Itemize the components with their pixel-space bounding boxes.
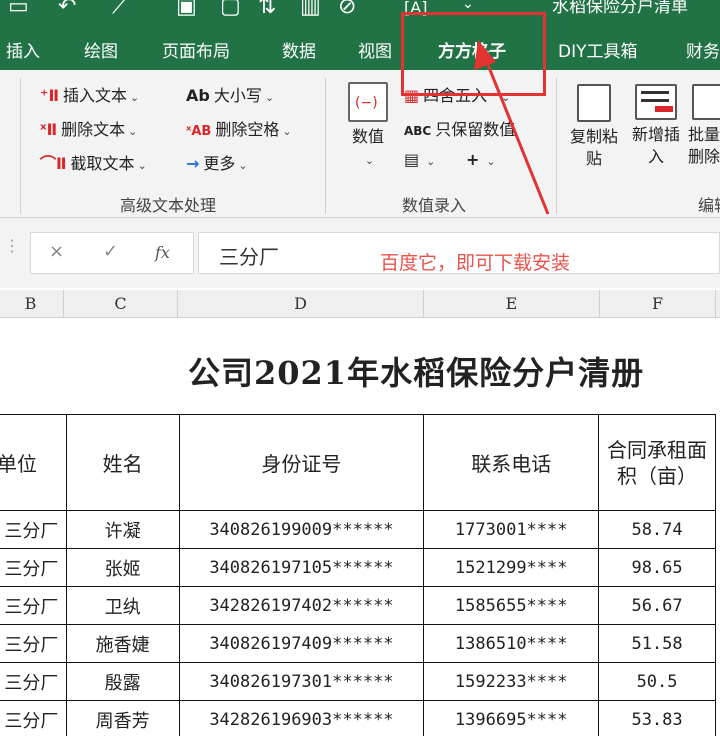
table-cell[interactable]: 58.74 bbox=[598, 510, 716, 549]
table-row: 三分厂 许凝 340826199009****** 1773001**** 58… bbox=[0, 510, 716, 549]
header-cell[interactable]: 联系电话 bbox=[423, 414, 600, 511]
table-cell[interactable]: 三分厂 bbox=[0, 662, 67, 701]
table-cell[interactable]: 三分厂 bbox=[0, 624, 67, 663]
annotation-text: 百度它，即可下载安装 bbox=[380, 252, 571, 274]
table-cell[interactable]: 1773001**** bbox=[423, 510, 600, 549]
table-cell[interactable]: 1396695**** bbox=[423, 700, 600, 736]
table-cell[interactable]: 342826196903****** bbox=[178, 700, 425, 736]
table-cell[interactable]: 50.5 bbox=[598, 662, 716, 701]
table-cell[interactable]: 340826197409****** bbox=[178, 624, 425, 663]
header-cell[interactable]: 姓名 bbox=[65, 414, 180, 511]
table-cell[interactable]: 三分厂 bbox=[0, 700, 67, 736]
table-cell[interactable]: 1386510**** bbox=[423, 624, 600, 663]
annotation-arrow bbox=[474, 40, 550, 215]
table-cell[interactable]: 殷露 bbox=[65, 662, 180, 701]
table-cell[interactable]: 三分厂 bbox=[0, 510, 67, 549]
table-row: 三分厂 卫纨 342826197402****** 1585655**** 56… bbox=[0, 586, 716, 625]
table-cell[interactable]: 98.65 bbox=[598, 548, 716, 587]
table-row: 三分厂 周香芳 342826196903****** 1396695**** 5… bbox=[0, 700, 716, 736]
table-cell[interactable]: 卫纨 bbox=[65, 586, 180, 625]
header-cell[interactable]: 单位 bbox=[0, 414, 67, 511]
table-cell[interactable]: 340826197301****** bbox=[178, 662, 425, 701]
table-cell[interactable]: 1585655**** bbox=[423, 586, 600, 625]
table-cell[interactable]: 340826199009****** bbox=[178, 510, 425, 549]
table-cell[interactable]: 1521299**** bbox=[423, 548, 600, 587]
table-cell[interactable]: 53.83 bbox=[598, 700, 716, 736]
table-cell[interactable]: 340826197105****** bbox=[178, 548, 425, 587]
table-row: 三分厂 张姬 340826197105****** 1521299**** 98… bbox=[0, 548, 716, 587]
table-row: 三分厂 施香婕 340826197409****** 1386510**** 5… bbox=[0, 624, 716, 663]
sheet-title: 公司2021年水稻保险分户清册 bbox=[188, 354, 645, 392]
header-cell[interactable]: 合同承租面积（亩） bbox=[598, 414, 716, 511]
table-cell[interactable]: 1592233**** bbox=[423, 662, 600, 701]
table-cell[interactable]: 三分厂 bbox=[0, 548, 67, 587]
table-cell[interactable]: 周香芳 bbox=[65, 700, 180, 736]
table-cell[interactable]: 三分厂 bbox=[0, 586, 67, 625]
table-cell[interactable]: 张姬 bbox=[65, 548, 180, 587]
data-table: 单位 姓名 身份证号 联系电话 合同承租面积（亩） 三分厂 许凝 3408261… bbox=[0, 414, 716, 736]
table-row: 三分厂 殷露 340826197301****** 1592233**** 50… bbox=[0, 662, 716, 701]
worksheet: 公司2021年水稻保险分户清册 单位 姓名 身份证号 联系电话 合同承租面积（亩… bbox=[0, 318, 720, 736]
table-cell[interactable]: 许凝 bbox=[65, 510, 180, 549]
table-cell[interactable]: 施香婕 bbox=[65, 624, 180, 663]
table-cell[interactable]: 56.67 bbox=[598, 586, 716, 625]
table-header-row: 单位 姓名 身份证号 联系电话 合同承租面积（亩） bbox=[0, 414, 716, 511]
table-cell[interactable]: 342826197402****** bbox=[178, 586, 425, 625]
table-cell[interactable]: 51.58 bbox=[598, 624, 716, 663]
header-cell[interactable]: 身份证号 bbox=[178, 414, 425, 511]
